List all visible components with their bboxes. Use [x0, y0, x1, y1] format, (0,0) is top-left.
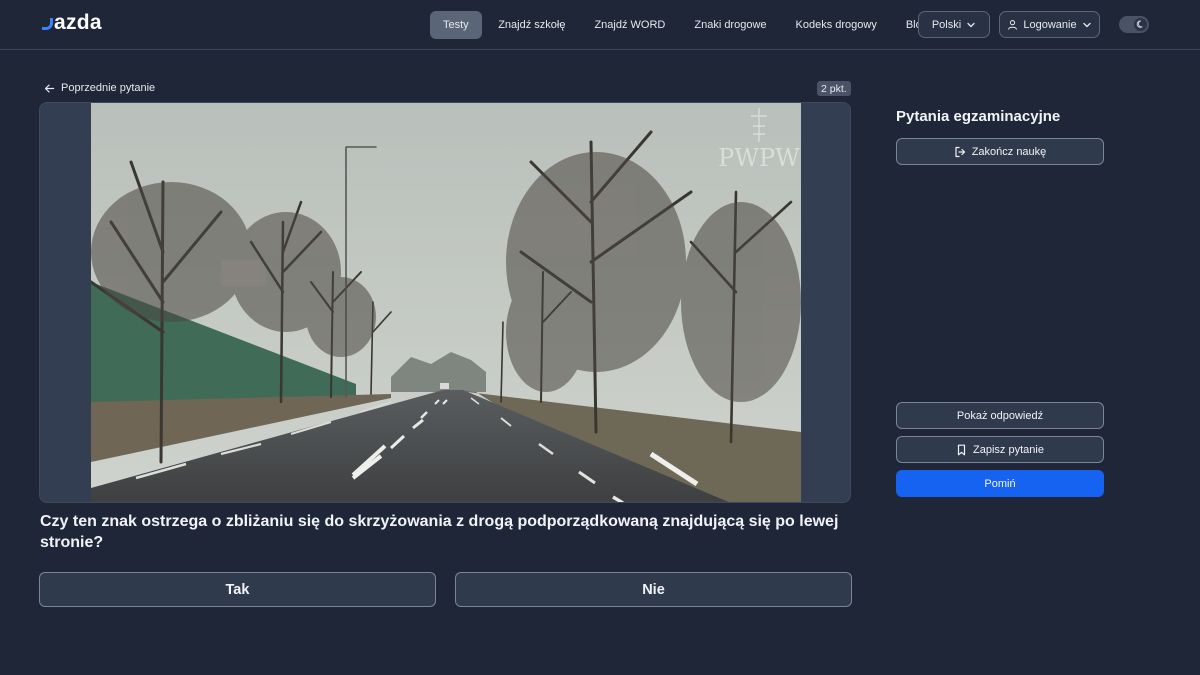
nav-item-znaki-drogowe[interactable]: Znaki drogowe — [680, 11, 781, 39]
main-nav: Testy Znajdź szkołę Znajdź WORD Znaki dr… — [430, 11, 942, 39]
login-label: Logowanie — [1023, 18, 1077, 31]
show-answer-label: Pokaż odpowiedź — [956, 409, 1044, 422]
logo-text: azda — [54, 11, 102, 34]
language-select[interactable]: Polski — [918, 11, 990, 38]
pwpw-watermark: PWPW — [718, 144, 800, 172]
login-button[interactable]: Logowanie — [999, 11, 1100, 38]
save-question-button[interactable]: Zapisz pytanie — [896, 436, 1104, 463]
nav-item-kodeks-drogowy[interactable]: Kodeks drogowy — [781, 11, 891, 39]
previous-question-label: Poprzednie pytanie — [61, 82, 156, 94]
previous-question-link[interactable]: Poprzednie pytanie — [44, 80, 155, 96]
points-badge: 2 pkt. — [817, 81, 851, 96]
theme-toggle[interactable] — [1119, 16, 1149, 33]
question-text: Czy ten znak ostrzega o zbliżaniu się do… — [40, 513, 839, 551]
save-question-label: Zapisz pytanie — [973, 443, 1044, 456]
top-navigation-bar: azda Testy Znajdź szkołę Znajdź WORD Zna… — [0, 0, 1200, 50]
finish-learning-label: Zakończ naukę — [971, 145, 1047, 158]
finish-learning-button[interactable]: Zakończ naukę — [896, 138, 1104, 165]
jazda-logo[interactable]: azda — [42, 11, 102, 35]
user-icon — [1008, 20, 1018, 30]
nav-item-znajdz-szkole[interactable]: Znajdź szkołę — [484, 11, 580, 39]
question-media: PWPW — [39, 102, 851, 503]
logo-j-mark — [42, 18, 53, 30]
bookmark-icon — [957, 444, 966, 455]
skip-button[interactable]: Pomiń — [896, 470, 1104, 497]
nav-item-znajdz-word[interactable]: Znajdź WORD — [580, 11, 680, 39]
moon-icon — [1134, 18, 1147, 31]
sidebar-title: Pytania egzaminacyjne — [896, 108, 1061, 125]
show-answer-button[interactable]: Pokaż odpowiedź — [896, 402, 1104, 429]
chevron-down-icon — [1082, 22, 1091, 27]
answer-no-button[interactable]: Nie — [455, 572, 852, 607]
logout-icon — [955, 146, 965, 157]
nav-item-testy[interactable]: Testy — [430, 11, 482, 39]
answer-yes-button[interactable]: Tak — [39, 572, 436, 607]
road-scene-image: PWPW — [91, 103, 801, 502]
chevron-down-icon — [967, 22, 975, 27]
language-label: Polski — [931, 18, 962, 31]
arrow-left-icon — [44, 83, 55, 93]
skip-label: Pomiń — [984, 477, 1016, 490]
